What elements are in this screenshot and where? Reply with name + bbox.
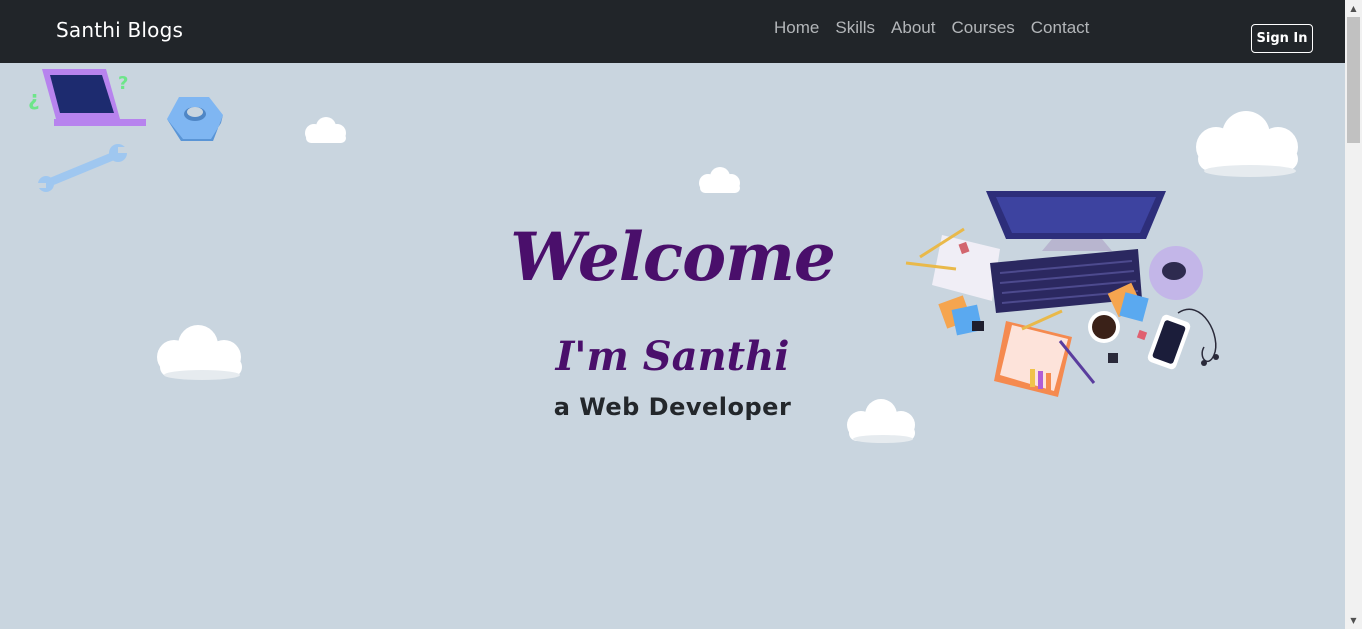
cloud-icon (1196, 111, 1298, 177)
scrollbar-thumb[interactable] (1347, 17, 1360, 143)
hero-section: ¿ ? Welcome I'm Santhi a Web Developer (0, 63, 1345, 629)
vertical-scrollbar[interactable]: ▲ ▼ (1345, 0, 1362, 629)
nav-link-home[interactable]: Home (774, 18, 819, 38)
nav-links: Home Skills About Courses Contact (774, 18, 1089, 38)
laptop-icon: ¿ ? (28, 69, 146, 126)
navbar: Santhi Blogs Home Skills About Courses C… (0, 0, 1345, 63)
cloud-icon (699, 167, 740, 193)
wrench-icon (38, 144, 128, 192)
nav-link-courses[interactable]: Courses (951, 18, 1014, 38)
role-subtitle: a Web Developer (553, 393, 792, 421)
scroll-down-arrow-icon[interactable]: ▼ (1345, 612, 1362, 629)
intro-heading: I'm Santhi (555, 333, 790, 380)
welcome-heading: Welcome (510, 218, 836, 296)
nav-link-about[interactable]: About (891, 18, 935, 38)
sign-in-button[interactable]: Sign In (1251, 24, 1313, 53)
svg-text:¿: ¿ (28, 86, 40, 110)
scroll-up-arrow-icon[interactable]: ▲ (1345, 0, 1362, 17)
svg-text:?: ? (118, 73, 128, 94)
brand-logo[interactable]: Santhi Blogs (56, 18, 183, 42)
cloud-icon (305, 117, 346, 143)
nav-link-skills[interactable]: Skills (835, 18, 875, 38)
nav-link-contact[interactable]: Contact (1031, 18, 1090, 38)
hex-nut-icon (167, 97, 223, 141)
